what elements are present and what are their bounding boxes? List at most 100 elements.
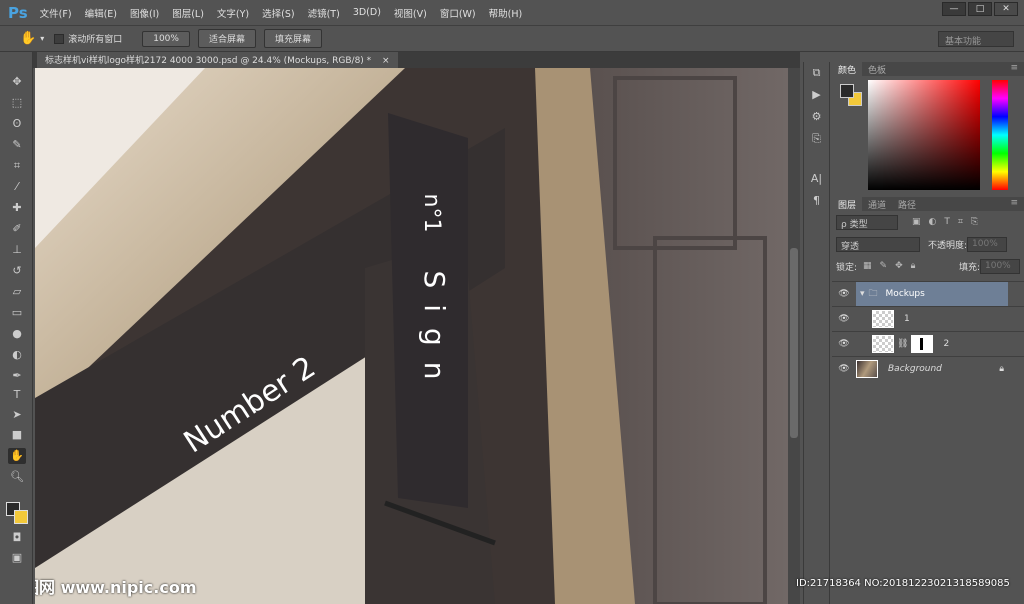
- layer-name: Background: [888, 364, 942, 374]
- fg-color-swatch[interactable]: [840, 84, 854, 98]
- watermark-left: 昵图网 www.nipic.com: [35, 578, 197, 597]
- layer-filter-select[interactable]: ρ 类型: [836, 214, 898, 230]
- gradient-tool-icon[interactable]: ▭: [8, 305, 26, 321]
- menu-select[interactable]: 选择(S): [262, 6, 294, 20]
- tab-layers[interactable]: 图层: [832, 197, 863, 211]
- menu-type[interactable]: 文字(Y): [217, 6, 249, 20]
- fit-screen-button[interactable]: 适合屏幕: [197, 29, 256, 48]
- quick-select-tool-icon[interactable]: ✎: [8, 137, 26, 153]
- type-tool-icon[interactable]: T: [8, 387, 26, 403]
- photoshop-logo: Ps: [8, 3, 28, 22]
- filter-icons[interactable]: ▣◐T⌗⎘: [912, 217, 986, 227]
- layer-row-background[interactable]: 👁︎ Background 🔒︎: [832, 356, 1024, 381]
- tab-paths[interactable]: 路径: [892, 197, 922, 211]
- close-button[interactable]: ✕: [994, 2, 1018, 16]
- move-tool-icon[interactable]: ✥: [8, 74, 26, 90]
- vertical-scrollbar[interactable]: [788, 68, 800, 604]
- visibility-eye-icon[interactable]: 👁︎: [832, 289, 856, 299]
- visibility-eye-icon[interactable]: 👁︎: [832, 339, 856, 349]
- document-tab[interactable]: 标志样机vi样机logo样机2172 4000 3000.psd @ 24.4%…: [37, 52, 398, 68]
- panel-menu-icon[interactable]: ≡: [1004, 197, 1024, 211]
- layers-panel: 图层 通道 路径 ≡ ρ 类型 ▣◐T⌗⎘ 穿透 不透明度: 100% 锁定: …: [832, 197, 1024, 604]
- zoom-tool-icon[interactable]: 🔍︎: [8, 469, 26, 485]
- opacity-input[interactable]: 100%: [967, 236, 1008, 252]
- crop-tool-icon[interactable]: ⌗: [8, 158, 26, 174]
- menu-file[interactable]: 文件(F): [40, 6, 72, 20]
- screen-mode-icon[interactable]: ▣: [8, 550, 26, 566]
- banner-number-text: n°1: [419, 194, 444, 233]
- blend-mode-select[interactable]: 穿透: [836, 236, 920, 252]
- tool-preset-dropdown-icon[interactable]: ▾: [40, 34, 44, 43]
- quick-mask-icon[interactable]: ◘: [8, 530, 26, 546]
- layer-row-1[interactable]: 👁︎ 1: [832, 306, 1024, 331]
- path-select-tool-icon[interactable]: ➤: [8, 407, 26, 423]
- link-icon[interactable]: ⛓: [897, 339, 908, 349]
- opacity-label: 不透明度:: [928, 240, 968, 251]
- hand-tool-icon[interactable]: ✋: [8, 448, 26, 464]
- lock-icons[interactable]: ▦✎✥🔒︎: [863, 261, 923, 271]
- fill-label: 填充:: [958, 262, 980, 273]
- healing-tool-icon[interactable]: ✚: [8, 200, 26, 216]
- menu-help[interactable]: 帮助(H): [489, 6, 523, 20]
- fill-screen-button[interactable]: 填充屏幕: [263, 29, 322, 48]
- menu-view[interactable]: 视图(V): [394, 6, 427, 20]
- menu-image[interactable]: 图像(I): [130, 6, 159, 20]
- marquee-tool-icon[interactable]: ⬚: [8, 95, 26, 111]
- layer-thumbnail: [856, 360, 878, 378]
- watermark-right: ID:21718364 NO:20181223021318589085: [796, 578, 1010, 589]
- layer-name: 1: [904, 314, 910, 324]
- layer-thumbnail: [872, 335, 894, 353]
- hand-tool-icon[interactable]: ✋: [20, 31, 36, 46]
- clone-source-icon[interactable]: ⎘: [804, 128, 829, 150]
- lock-label: 锁定:: [836, 262, 858, 273]
- banner-sign-text: Sign: [418, 270, 451, 395]
- scroll-all-checkbox[interactable]: [54, 33, 65, 44]
- brush-tool-icon[interactable]: ✐: [8, 221, 26, 237]
- color-panel: 颜色 色板 ≡: [832, 62, 1024, 196]
- mockup-photo: n°1 Sign Number 2: [35, 68, 788, 604]
- pen-tool-icon[interactable]: ✒: [8, 368, 26, 384]
- eraser-tool-icon[interactable]: ▱: [8, 284, 26, 300]
- blur-tool-icon[interactable]: ●: [8, 326, 26, 342]
- menu-edit[interactable]: 编辑(E): [85, 6, 117, 20]
- zoom-100-button[interactable]: 100%: [142, 30, 190, 47]
- actions-play-icon[interactable]: ▶: [804, 84, 829, 106]
- panel-menu-icon[interactable]: ≡: [1004, 62, 1024, 76]
- expand-arrow-icon[interactable]: ▾: [860, 289, 865, 299]
- fill-input[interactable]: 100%: [980, 258, 1020, 274]
- hue-slider[interactable]: [992, 80, 1008, 190]
- color-field[interactable]: [868, 80, 980, 190]
- tab-swatches[interactable]: 色板: [862, 62, 892, 76]
- tab-channels[interactable]: 通道: [862, 197, 892, 211]
- lasso-tool-icon[interactable]: ʘ: [8, 116, 26, 132]
- eyedropper-tool-icon[interactable]: ⁄: [8, 179, 26, 195]
- menu-window[interactable]: 窗口(W): [440, 6, 476, 20]
- visibility-eye-icon[interactable]: 👁︎: [832, 314, 856, 324]
- close-tab-icon[interactable]: ×: [382, 56, 390, 66]
- layer-row-2[interactable]: 👁︎ ⛓ 2: [832, 331, 1024, 356]
- minimize-button[interactable]: —: [942, 2, 966, 16]
- maximize-button[interactable]: □: [968, 2, 992, 16]
- history-icon[interactable]: ⧉: [804, 62, 829, 84]
- shape-tool-icon[interactable]: ■: [8, 427, 26, 443]
- paragraph-icon[interactable]: ¶: [804, 190, 829, 212]
- menu-filter[interactable]: 滤镜(T): [308, 6, 340, 20]
- canvas[interactable]: n°1 Sign Number 2 昵图网 www.nipic.com: [35, 68, 788, 604]
- workspace-select[interactable]: 基本功能: [938, 31, 1014, 47]
- stamp-tool-icon[interactable]: ⊥: [8, 242, 26, 258]
- menu-3d[interactable]: 3D(D): [353, 7, 381, 18]
- document-tab-bar: 标志样机vi样机logo样机2172 4000 3000.psd @ 24.4%…: [33, 52, 800, 68]
- tab-color[interactable]: 颜色: [832, 62, 863, 76]
- dodge-tool-icon[interactable]: ◐: [8, 347, 26, 363]
- character-icon[interactable]: A|: [804, 168, 829, 190]
- layer-mask-thumbnail[interactable]: [911, 335, 934, 353]
- visibility-eye-icon[interactable]: 👁︎: [832, 364, 856, 374]
- tools-panel: ✥ ⬚ ʘ ✎ ⌗ ⁄ ✚ ✐ ⊥ ↺ ▱ ▭ ● ◐ ✒ T ➤ ■ ✋ 🔍︎…: [0, 52, 33, 604]
- document-title: 标志样机vi样机logo样机2172 4000 3000.psd @ 24.4%…: [45, 56, 372, 66]
- brush-settings-icon[interactable]: ⚙: [804, 106, 829, 128]
- scroll-all-label: 滚动所有窗口: [68, 35, 123, 45]
- menu-layer[interactable]: 图层(L): [172, 6, 204, 20]
- layer-row-mockups[interactable]: 👁︎ ▾ 🗀 Mockups: [832, 281, 1024, 306]
- background-color-swatch[interactable]: [14, 510, 28, 524]
- history-brush-tool-icon[interactable]: ↺: [8, 263, 26, 279]
